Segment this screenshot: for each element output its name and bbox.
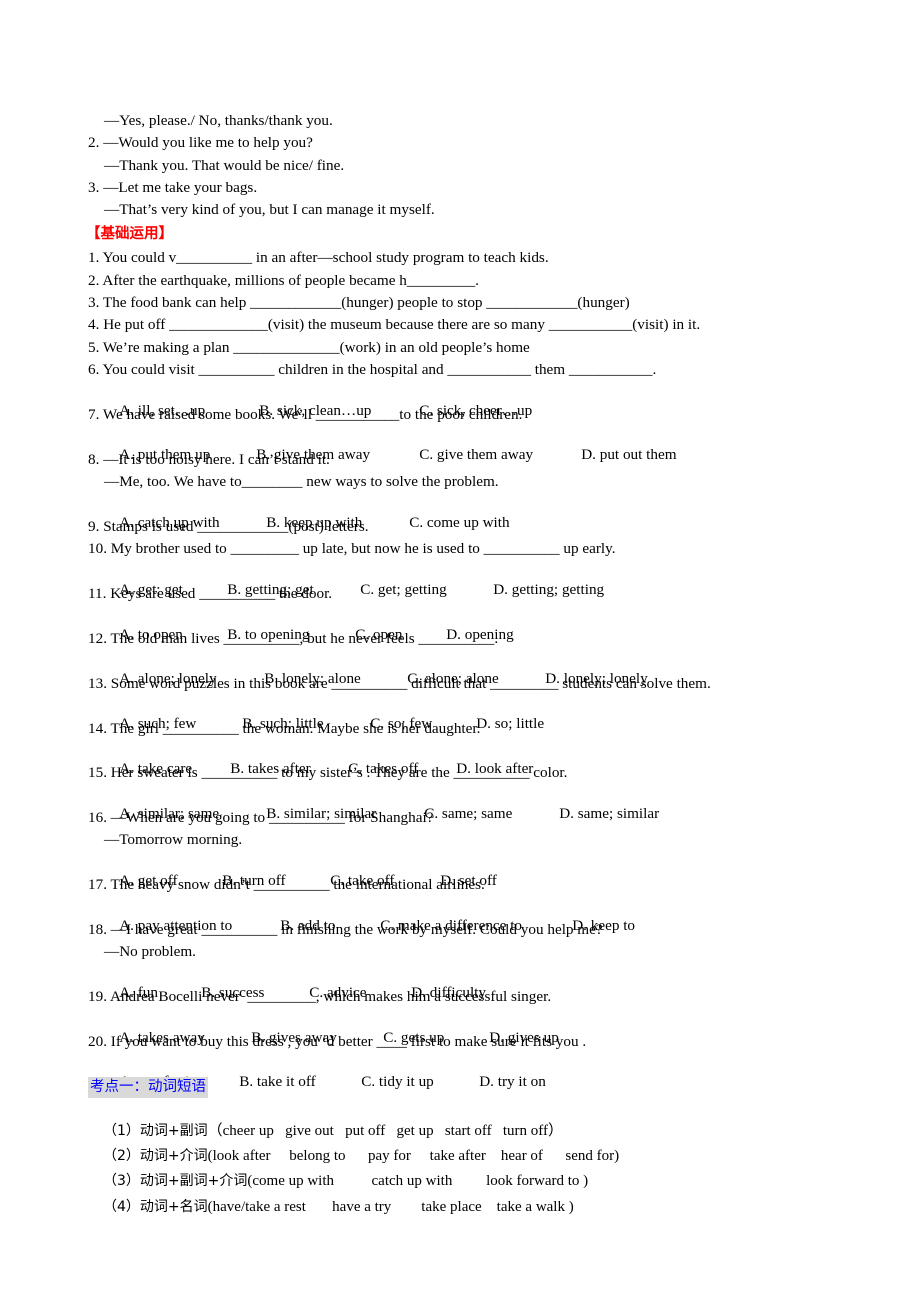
- question-stem: 7. We have raised some books. We’ll ____…: [88, 406, 523, 423]
- question-stem: 5. We’re making a plan ______________(wo…: [88, 339, 530, 356]
- option: C. give them away: [419, 446, 534, 463]
- option: D. same; similar: [559, 805, 660, 822]
- dialogue-line: —Thank you. That would be nice/ fine.: [104, 157, 345, 174]
- document-page: —Yes, please./ No, thanks/thank you. 2. …: [0, 0, 920, 1302]
- question-stem: 13. Some word puzzles in this book are _…: [88, 675, 711, 692]
- phrase-category: （3）动词+副词+介词(come up with catch up with l…: [88, 1154, 588, 1189]
- dialogue-line: —Yes, please./ No, thanks/thank you.: [104, 112, 333, 129]
- question-reply: —No problem.: [104, 943, 196, 960]
- option-row: A. such; few B. such; little C. so; few D. …: [104, 697, 544, 732]
- option-row: A. take care B. takes after C. takes off D.…: [104, 742, 533, 777]
- option-row: A. takes away B. gives away C. gets up D. g…: [104, 1011, 559, 1046]
- option: C. come up with: [409, 514, 510, 531]
- question-stem: 9. Stamps is used ____________(post) let…: [88, 518, 369, 535]
- option-row: A. alone; lonely B. lonely; alone C. alone…: [104, 652, 648, 687]
- question-stem: 6. You could visit __________ children i…: [88, 361, 657, 378]
- dialogue-line: —That’s very kind of you, but I can mana…: [104, 201, 435, 218]
- dialogue-line: 3. —Let me take your bags.: [88, 179, 258, 196]
- option: D. put out them: [581, 446, 677, 463]
- option-row: A. to open B. to opening C. open D. opening: [104, 608, 514, 643]
- section-heading: 【基础运用】: [86, 226, 173, 242]
- question-reply: —Tomorrow morning.: [104, 831, 243, 848]
- dialogue-line: 2. —Would you like me to help you?: [88, 134, 313, 151]
- option: D. getting; getting: [493, 581, 605, 598]
- question-stem: 1. You could v__________ in an after—sch…: [88, 249, 549, 266]
- option-row: A. fun B. success C. advice D. difficulty: [104, 966, 486, 1001]
- option-row: A. put them up B. give them away C. give t…: [104, 428, 676, 463]
- option-row: A. pay attention to B. add to C. make a di…: [104, 899, 635, 934]
- question-stem: 15. Her sweater is __________ to my sist…: [88, 764, 568, 781]
- option: B. take it off: [239, 1073, 316, 1090]
- question-stem: 2. After the earthquake, millions of peo…: [88, 272, 479, 289]
- option: C. tidy it up: [361, 1073, 434, 1090]
- question-stem: 4. He put off _____________(visit) the m…: [88, 316, 701, 333]
- option: C. get; getting: [360, 581, 447, 598]
- question-stem: 8. —It is too noisy here. I can’t stand …: [88, 451, 330, 468]
- option-row: A. similar; same B. similar; similar C. sa…: [104, 787, 659, 822]
- question-stem: 19. Andrea Bocelli never _________, whic…: [88, 988, 552, 1005]
- phrase-category: （2）动词+介词(look after belong to pay for ta…: [88, 1129, 619, 1164]
- option: C. same; same: [424, 805, 513, 822]
- phrase-category: （4）动词+名词(have/take a rest have a try tak…: [88, 1180, 574, 1215]
- question-stem: 16. —When are you going to __________ fo…: [88, 809, 434, 826]
- option-row: A. ill, set…up B. sick, clean…up C. sick, …: [104, 384, 532, 419]
- question-stem: 10. My brother used to _________ up late…: [88, 540, 616, 557]
- option-row: A. catch up with B. keep up with C. come u…: [104, 496, 509, 531]
- question-stem: 17. The heavy snow didn’t __________ the…: [88, 876, 485, 893]
- category-label: （4）动词+名词: [103, 1199, 208, 1215]
- category-examples: (have/take a rest have a try take place …: [207, 1199, 574, 1215]
- option-row: A. get off B. turn off C. take off D. set o…: [104, 854, 497, 889]
- option: D. so; little: [476, 715, 545, 732]
- phrase-category: （1）动词+副词（cheer up give out put off get u…: [88, 1104, 563, 1139]
- question-stem: 20. If you want to buy this dress , you …: [88, 1033, 587, 1050]
- question-stem: 3. The food bank can help ____________(h…: [88, 294, 630, 311]
- question-reply: —Me, too. We have to________ new ways to…: [104, 473, 499, 490]
- option-row: A. get; get B. getting; get C. get; gettin…: [104, 563, 604, 598]
- key-point-heading: 考点一：动词短语: [88, 1077, 208, 1098]
- option-row: A. pay for itB. take it offC. tidy it up…: [104, 1055, 546, 1090]
- question-stem: 14. The girl __________ the woman. Maybe…: [88, 720, 481, 737]
- question-stem: 18. —I have great __________ in finishin…: [88, 921, 603, 938]
- question-stem: 12. The old man lives __________, but he…: [88, 630, 499, 647]
- question-stem: 11. Keys are used __________ the door.: [88, 585, 333, 602]
- option: D. try it on: [479, 1073, 546, 1090]
